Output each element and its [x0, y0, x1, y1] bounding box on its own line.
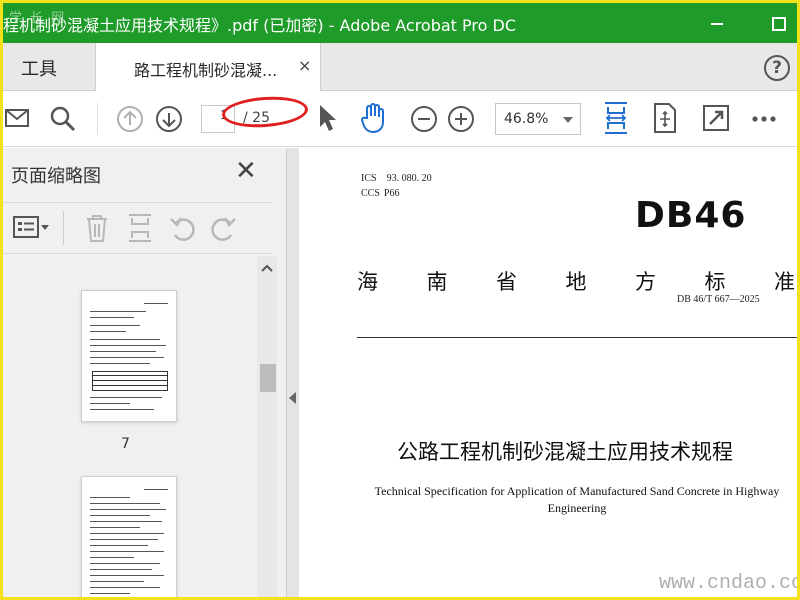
window-title: 程机制砂混凝土应用技术规程》.pdf (已加密) - Adobe Acrobat… — [3, 16, 517, 35]
tab-bar: 工具 路工程机制砂混凝... × ? — [3, 43, 797, 92]
panel-splitter[interactable] — [287, 148, 299, 597]
close-panel-icon[interactable]: ✕ — [235, 158, 257, 184]
ccs-label: CCS — [361, 188, 380, 199]
maximize-button[interactable] — [766, 11, 790, 35]
thumbnails-panel: 页面缩略图 ✕ 7 — [3, 148, 287, 597]
scroll-thumb[interactable] — [260, 364, 276, 392]
site-watermark: www.cndao.com — [659, 572, 797, 595]
tab-document[interactable]: 路工程机制砂混凝... × — [95, 43, 321, 92]
thumbnail-tools — [3, 202, 271, 254]
title-bar: 程机制砂混凝土应用技术规程》.pdf (已加密) - Adobe Acrobat… — [3, 3, 797, 43]
zoom-value: 46.8% — [504, 111, 549, 127]
tab-tools[interactable]: 工具 — [3, 43, 95, 91]
chevron-down-icon — [563, 117, 573, 123]
rotate-left-icon[interactable] — [169, 213, 197, 247]
full-screen-icon[interactable] — [702, 104, 730, 132]
thumbnail-scrollbar[interactable] — [257, 256, 277, 597]
toolbar-divider — [97, 103, 98, 135]
db-logo: DB46 — [635, 195, 747, 236]
more-options-icon[interactable] — [751, 115, 777, 123]
delete-page-icon[interactable] — [85, 213, 109, 247]
tab-document-label: 路工程机制砂混凝... — [134, 61, 278, 80]
tab-close-icon[interactable]: × — [298, 56, 311, 75]
ccs-value: P66 — [383, 188, 400, 199]
ics-label: ICS — [361, 173, 377, 184]
next-page-icon[interactable] — [155, 105, 183, 133]
toolbar: 1 / 25 46.8% — [3, 91, 797, 147]
document-title-english: Technical Specification for Application … — [374, 484, 780, 515]
standard-category-char: 地 — [565, 270, 587, 294]
collapse-panel-icon[interactable] — [289, 392, 296, 404]
zoom-out-icon[interactable] — [410, 105, 438, 133]
zoom-in-icon[interactable] — [447, 105, 475, 133]
standard-category-char: 标 — [704, 270, 726, 294]
document-title-chinese: 公路工程机制砂混凝土应用技术规程 — [397, 440, 733, 464]
ics-value: 93. 080. 20 — [386, 173, 432, 184]
page-thumbnail[interactable] — [81, 476, 177, 597]
hand-tool-icon[interactable] — [359, 102, 389, 134]
search-icon[interactable] — [49, 105, 77, 133]
ccs-line: CCS P66 — [361, 188, 399, 199]
standard-category-char: 方 — [635, 270, 656, 294]
standard-category-char: 省 — [496, 270, 517, 294]
red-annotation-oval — [221, 94, 309, 130]
minimize-button[interactable] — [705, 11, 729, 35]
standard-number: DB 46/T 667—2025 — [677, 294, 760, 305]
standard-category: 海 南 省 地 方 标 准 — [357, 266, 795, 296]
zoom-select[interactable]: 46.8% — [495, 103, 581, 135]
standard-category-char: 准 — [774, 270, 795, 294]
thumbnail-options-icon[interactable] — [13, 215, 51, 245]
fit-width-icon[interactable] — [603, 101, 629, 135]
scroll-up-icon[interactable] — [261, 264, 273, 272]
panel-tools-divider — [63, 211, 64, 245]
previous-page-icon[interactable] — [116, 105, 144, 133]
rotate-right-icon[interactable] — [209, 213, 237, 247]
thumbnail-page-label: 7 — [121, 436, 130, 452]
ics-line: ICS 93. 080. 20 — [361, 173, 432, 184]
acrobat-window: 程机制砂混凝土应用技术规程》.pdf (已加密) - Adobe Acrobat… — [3, 3, 797, 597]
document-view[interactable]: ICS 93. 080. 20 CCS P66 DB46 海 南 省 地 方 标 准… — [299, 148, 797, 597]
page-thumbnail[interactable] — [81, 290, 177, 422]
panel-title: 页面缩略图 — [11, 166, 101, 187]
standard-category-char: 南 — [426, 270, 448, 294]
standard-category-char: 海 — [357, 270, 378, 294]
header-rule — [357, 337, 797, 338]
insert-page-icon[interactable] — [127, 213, 153, 247]
titlebar-watermark: 学 长 网 — [9, 11, 67, 26]
help-icon[interactable]: ? — [764, 55, 790, 81]
email-icon[interactable] — [5, 107, 29, 129]
select-cursor-icon[interactable] — [317, 103, 339, 133]
scroll-mode-icon[interactable] — [652, 102, 678, 134]
